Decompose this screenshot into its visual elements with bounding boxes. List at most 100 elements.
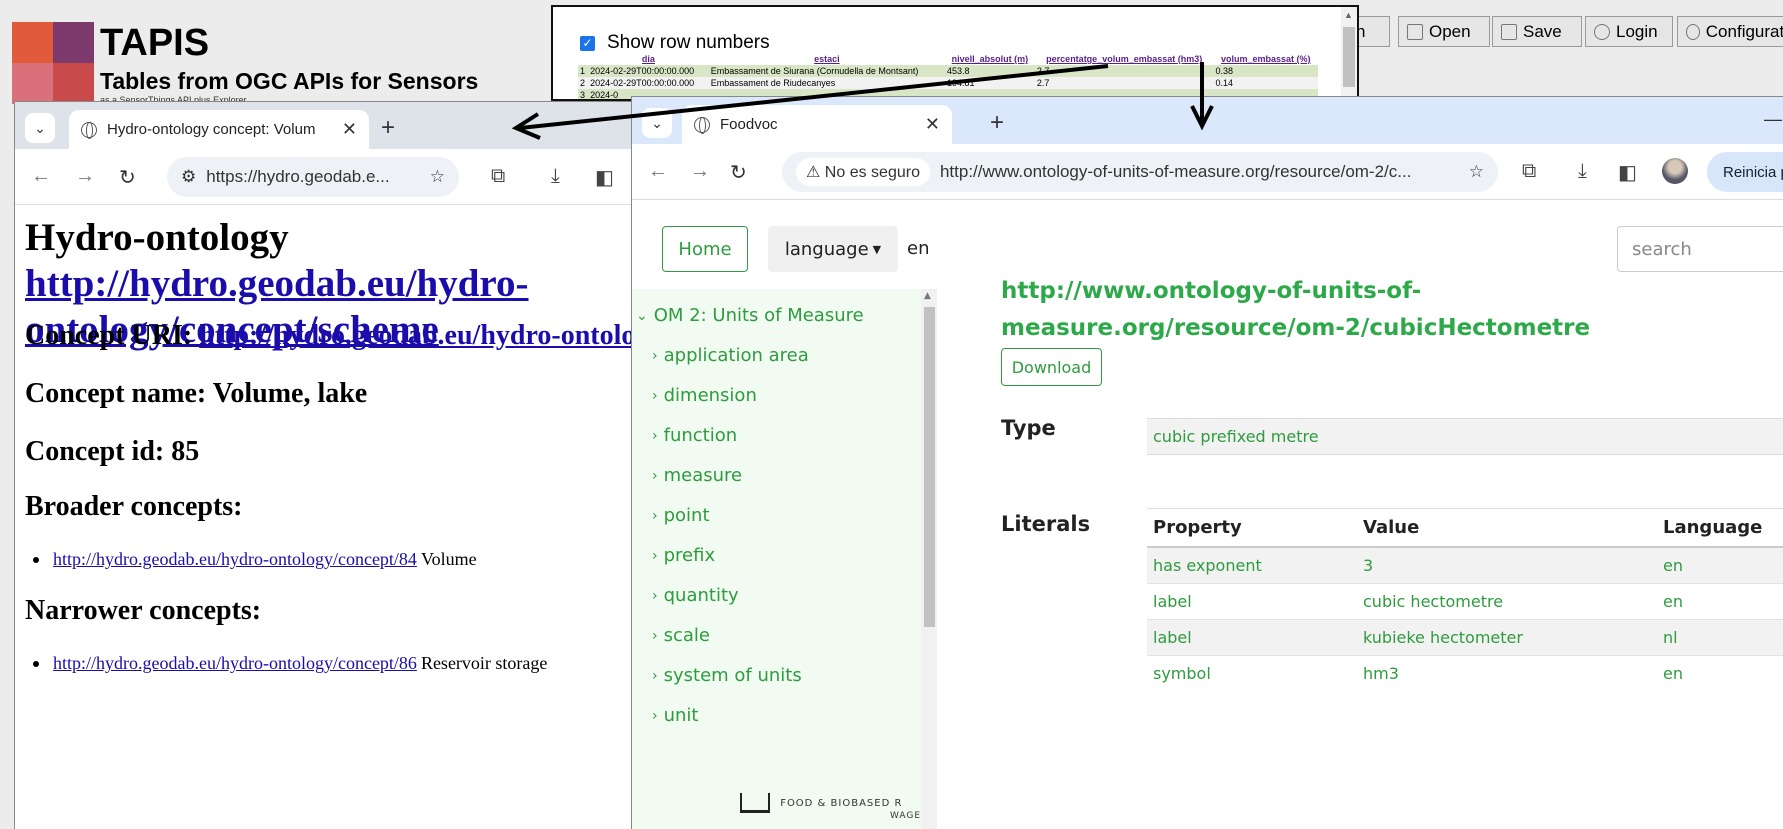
chevron-right-icon[interactable]: › <box>652 628 658 644</box>
column-header[interactable]: percentatge_volum_embassat (hm3) <box>1035 53 1214 65</box>
tree-item-scale[interactable]: › scale <box>652 625 710 646</box>
show-row-numbers-label: Show row numbers <box>607 32 770 53</box>
reload-icon[interactable]: ↻ <box>730 160 747 185</box>
broader-concept-link[interactable]: http://hydro.geodab.eu/hydro-ontology/co… <box>53 549 417 570</box>
scroll-thumb[interactable] <box>1343 27 1355 87</box>
search-input[interactable]: search <box>1617 226 1783 272</box>
chevron-right-icon[interactable]: › <box>652 708 658 724</box>
chevron-right-icon[interactable]: › <box>652 508 658 524</box>
tab-hydro-ontology[interactable]: Hydro-ontology concept: Volum ✕ <box>69 110 369 149</box>
property-cell[interactable]: label <box>1147 582 1357 619</box>
download-button[interactable]: Download <box>1001 348 1102 386</box>
data-table: dia estaci nivell_absolut (m) percentatg… <box>578 53 1318 99</box>
chevron-right-icon[interactable]: › <box>652 548 658 564</box>
save-label: Save <box>1523 21 1562 41</box>
new-tab-button[interactable]: + <box>381 114 395 142</box>
table-cell: 2.7 <box>1034 77 1214 89</box>
configuration-button[interactable]: Configurati <box>1677 16 1783 47</box>
chevron-right-icon[interactable]: › <box>652 468 658 484</box>
narrower-concept-link[interactable]: http://hydro.geodab.eu/hydro-ontology/co… <box>53 653 417 674</box>
save-disk-icon <box>1501 23 1517 40</box>
open-label: Open <box>1429 21 1471 41</box>
column-header[interactable]: dia <box>588 53 709 65</box>
value-cell: kubieke hectometer <box>1357 618 1657 655</box>
show-row-numbers-toggle[interactable]: ✓ Show row numbers <box>580 32 770 54</box>
chevron-right-icon[interactable]: › <box>652 428 658 444</box>
checkbox-icon[interactable]: ✓ <box>580 35 595 51</box>
tree-item-unit[interactable]: › unit <box>652 705 698 726</box>
star-icon[interactable]: ☆ <box>430 167 445 187</box>
heading-text: Hydro-ontology <box>25 216 289 259</box>
property-cell[interactable]: symbol <box>1147 654 1357 691</box>
property-cell[interactable]: has exponent <box>1147 546 1357 583</box>
chevron-right-icon[interactable]: › <box>652 668 658 684</box>
forward-icon[interactable]: → <box>690 160 710 183</box>
tree-item-label: prefix <box>663 545 716 566</box>
globe-icon <box>694 116 710 134</box>
tree-item-system-of-units[interactable]: › system of units <box>652 665 802 686</box>
star-icon[interactable]: ☆ <box>1469 162 1484 182</box>
scroll-up-icon[interactable]: ▲ <box>924 291 931 301</box>
tree-item-function[interactable]: › function <box>652 425 737 446</box>
tree-item-point[interactable]: › point <box>652 505 710 526</box>
type-value[interactable]: cubic prefixed metre <box>1153 427 1319 446</box>
tree-item-application-area[interactable]: › application area <box>652 345 809 366</box>
security-chip[interactable]: ⚠ No es seguro <box>796 158 930 186</box>
boat-icon <box>740 793 770 813</box>
tree-item-measure[interactable]: › measure <box>652 465 742 486</box>
extensions-icon[interactable]: ⧉ <box>1522 160 1536 183</box>
download-icon[interactable]: ⤓ <box>551 165 560 188</box>
save-button[interactable]: Save <box>1492 16 1582 47</box>
site-settings-icon[interactable]: ⚙ <box>181 167 196 187</box>
table-cell: 2.7 <box>1034 65 1214 77</box>
chevron-right-icon[interactable]: › <box>652 588 658 604</box>
property-cell[interactable]: label <box>1147 618 1357 655</box>
tab-bar: ⌄ Foodvoc ✕ + — <box>632 97 1783 144</box>
table-cell: Embassament de Riudecanyes <box>708 77 945 89</box>
extensions-icon[interactable]: ⧉ <box>491 165 505 188</box>
tab-foodvoc[interactable]: Foodvoc ✕ <box>682 105 952 144</box>
language-dropdown[interactable]: language ▼ <box>768 226 898 272</box>
new-tab-button[interactable]: + <box>990 109 1004 137</box>
bullet <box>33 557 39 563</box>
language-cell: en <box>1657 546 1783 583</box>
scroll-up-icon[interactable]: ▲ <box>1344 10 1353 20</box>
column-header[interactable]: estaci <box>709 53 945 65</box>
concept-uri-link[interactable]: http://hydro.geodab.eu/hydro-ontology/co… <box>199 320 639 351</box>
column-header[interactable]: nivell_absolut (m) <box>945 53 1035 65</box>
address-bar[interactable]: ⚠ No es seguro http://www.ontology-of-un… <box>782 152 1498 192</box>
sidepanel-icon[interactable]: ◧ <box>1618 160 1637 185</box>
column-header: Property <box>1147 508 1357 548</box>
tree-item-prefix[interactable]: › prefix <box>652 545 715 566</box>
tab-search-button[interactable]: ⌄ <box>25 113 55 143</box>
chevron-right-icon[interactable]: › <box>652 388 658 404</box>
panel-scrollbar[interactable]: ▲ <box>1341 7 1357 99</box>
login-button[interactable]: Login <box>1585 16 1673 47</box>
chevron-right-icon[interactable]: › <box>652 348 658 364</box>
sidepanel-icon[interactable]: ◧ <box>595 165 614 190</box>
minimize-icon[interactable]: — <box>1764 109 1782 130</box>
scroll-thumb[interactable] <box>924 307 935 627</box>
address-bar[interactable]: ⚙ https://hydro.geodab.e... ☆ <box>167 157 459 197</box>
close-icon[interactable]: ✕ <box>342 119 357 140</box>
chevron-down-icon[interactable]: ⌄ <box>636 308 648 324</box>
warning-icon: ⚠ <box>806 164 821 181</box>
close-icon[interactable]: ✕ <box>925 114 940 135</box>
reload-icon[interactable]: ↻ <box>119 165 136 190</box>
open-button[interactable]: Open <box>1398 16 1490 47</box>
home-button[interactable]: Home <box>662 226 748 272</box>
table-preview-panel: ✓ Show row numbers dia estaci nivell_abs… <box>551 5 1359 101</box>
back-icon[interactable]: ← <box>648 160 668 183</box>
download-icon[interactable]: ⤓ <box>1578 160 1587 183</box>
forward-icon[interactable]: → <box>75 165 95 188</box>
tab-search-button[interactable]: ⌄ <box>642 108 672 138</box>
relaunch-button[interactable]: Reinicia p <box>1707 152 1783 192</box>
tree-root[interactable]: ⌄ OM 2: Units of Measure <box>636 305 864 326</box>
tree-item-dimension[interactable]: › dimension <box>652 385 757 406</box>
tree-item-quantity[interactable]: › quantity <box>652 585 739 606</box>
avatar[interactable] <box>1662 158 1688 184</box>
column-header[interactable]: volum_embassat (%) <box>1214 53 1318 65</box>
back-icon[interactable]: ← <box>31 165 51 188</box>
table-cell: 3 <box>578 89 589 99</box>
sidebar-scrollbar[interactable]: ▲ <box>921 289 937 829</box>
